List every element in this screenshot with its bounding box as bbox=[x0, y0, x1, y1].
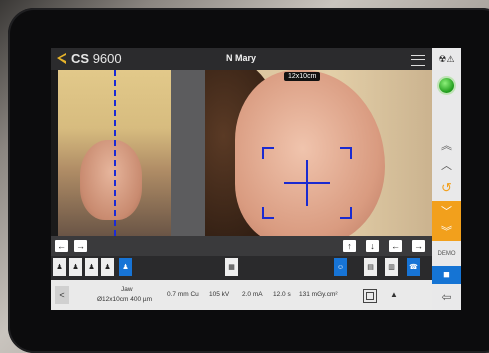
exit-icon[interactable]: ⇦ bbox=[432, 288, 461, 306]
double-down-button[interactable]: ︾ bbox=[432, 221, 461, 241]
app-brand: CS 9600 bbox=[71, 51, 122, 66]
field-size-label: 12x10cm bbox=[284, 72, 321, 81]
radiation-warning-icon: ☢⚠ bbox=[438, 53, 455, 64]
patient-xl-icon[interactable]: ♟ bbox=[119, 258, 132, 276]
collimation-label: Jaw bbox=[121, 286, 133, 293]
back-button[interactable]: < bbox=[55, 286, 69, 304]
phone-hand-icon[interactable]: ☎ bbox=[407, 258, 420, 276]
view-divider bbox=[171, 70, 205, 236]
current-value: 2.0 mA bbox=[242, 291, 263, 298]
brand-model: 9600 bbox=[92, 51, 122, 66]
app-screen: CS 9600 N Mary 12x10cm ← → ↑ ↓ ← → ♟ ♟ ♟… bbox=[51, 48, 461, 310]
right-control-panel: ☢⚠ ︽ ︿ ↺ ﹀ ︾ DEMO ■ ⇦ bbox=[432, 48, 461, 310]
demo-button[interactable]: DEMO bbox=[432, 246, 461, 262]
crosshair-vertical bbox=[306, 160, 308, 206]
expand-up-icon[interactable]: ▲ bbox=[390, 290, 398, 299]
patient-face-front bbox=[80, 140, 142, 220]
patient-medium-icon[interactable]: ♟ bbox=[85, 258, 98, 276]
dose-value: 131 mGy.cm² bbox=[299, 291, 338, 298]
title-bar: CS 9600 N Mary bbox=[51, 48, 432, 70]
left-arrow-button[interactable]: ← bbox=[55, 240, 68, 252]
ready-indicator[interactable] bbox=[432, 74, 461, 96]
logo-icon bbox=[57, 53, 66, 64]
patient-small-icon[interactable]: ♟ bbox=[69, 258, 82, 276]
front-camera-view[interactable] bbox=[58, 70, 171, 236]
patient-name: N Mary bbox=[226, 53, 257, 63]
layer-select-icon[interactable]: ▤ bbox=[364, 258, 377, 276]
image-quality-icon[interactable] bbox=[363, 289, 377, 303]
time-value: 12.0 s bbox=[273, 291, 291, 298]
navigation-row: ← → ↑ ↓ ← → bbox=[51, 236, 432, 256]
collimation-value: Ø12x10cm 400 µm bbox=[97, 296, 153, 303]
double-up-button[interactable]: ︽ bbox=[432, 136, 461, 154]
sinus-select-icon[interactable]: ▥ bbox=[385, 258, 398, 276]
left-arrow-button-2[interactable]: ← bbox=[389, 240, 402, 252]
up-arrow-button[interactable]: ↑ bbox=[343, 240, 356, 252]
head-support-icon[interactable]: ☺ bbox=[334, 258, 347, 276]
patient-large-icon[interactable]: ♟ bbox=[101, 258, 114, 276]
down-arrow-button[interactable]: ↓ bbox=[366, 240, 379, 252]
midline-guide bbox=[114, 70, 116, 236]
exam-tools-row: ♟ ♟ ♟ ♟ ♟ ▦ ☺ ▤ ▥ ☎ bbox=[51, 256, 432, 280]
demo-label: DEMO bbox=[437, 251, 456, 257]
filter-value: 0.7 mm Cu bbox=[167, 291, 199, 298]
brand-name: CS bbox=[71, 51, 90, 66]
up-button[interactable]: ︿ bbox=[432, 156, 461, 174]
bite-block-icon[interactable]: ▦ bbox=[225, 258, 238, 276]
menu-icon[interactable] bbox=[411, 55, 425, 66]
ready-light-icon bbox=[439, 77, 454, 93]
down-button[interactable]: ﹀ bbox=[432, 201, 461, 221]
patient-child-icon[interactable]: ♟ bbox=[53, 258, 66, 276]
right-arrow-button[interactable]: → bbox=[74, 240, 87, 252]
targeting-frame[interactable] bbox=[262, 147, 352, 219]
right-arrow-button-2[interactable]: → bbox=[412, 240, 425, 252]
camera-button[interactable]: ■ bbox=[432, 266, 461, 284]
exposure-status-bar: < Jaw Ø12x10cm 400 µm 0.7 mm Cu 105 kV 2… bbox=[51, 280, 432, 310]
rotate-reset-icon[interactable]: ↺ bbox=[432, 178, 461, 198]
voltage-value: 105 kV bbox=[209, 291, 230, 298]
